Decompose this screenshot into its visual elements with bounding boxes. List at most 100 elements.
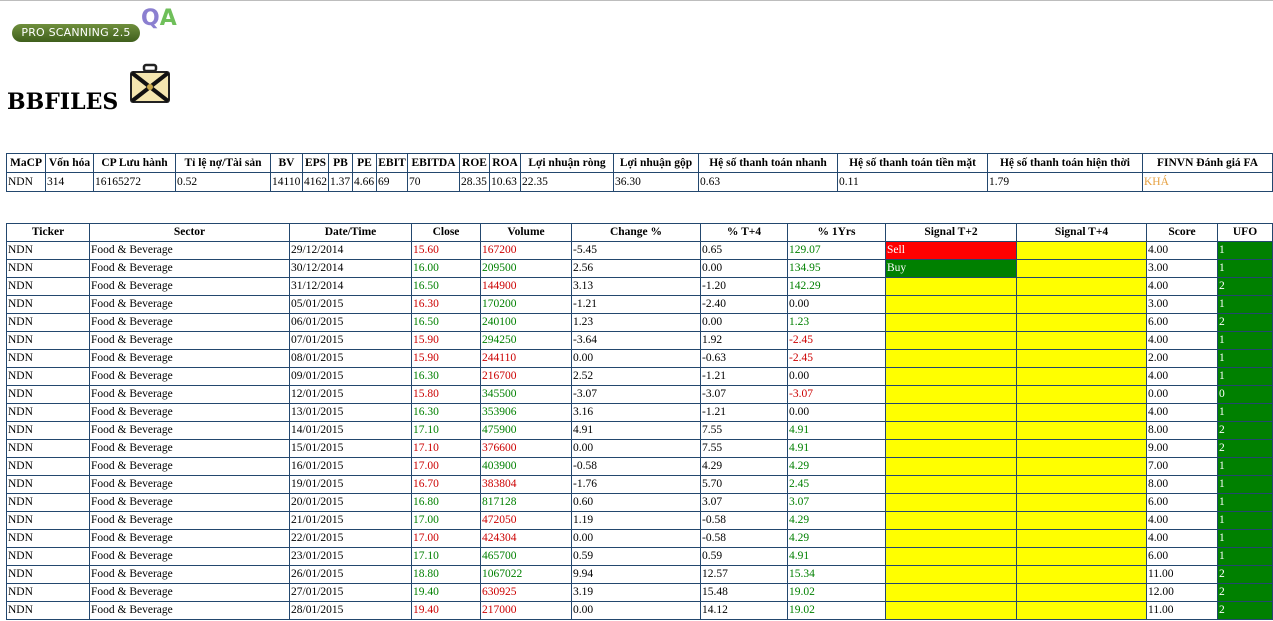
signal-t4-cell [1016,241,1147,260]
score-cell: 4.00 [1146,277,1218,296]
table-row: NDN Food & Beverage 12/01/2015 15.80 345500-… [6,385,1273,404]
table-row: NDN Food & Beverage 29/12/2014 15.60 167200-… [6,241,1273,260]
ufo-cell: 2 [1217,313,1273,332]
pct-t4-cell: 0.00 [700,259,788,278]
sector-cell: Food & Beverage [89,295,290,314]
close-cell: 17.10 [411,439,481,458]
close-cell: 19.40 [411,583,481,602]
score-cell: 7.00 [1146,457,1218,476]
ufo-cell: 1 [1217,529,1273,548]
table-row: NDN Food & Beverage 07/01/2015 15.90 294250-… [6,331,1273,350]
volume-cell: 216700 [480,367,572,386]
volume-cell: 465700 [480,547,572,566]
ufo-cell: 1 [1217,259,1273,278]
change-cell: 2.56 [571,259,701,278]
ufo-cell: 2 [1217,439,1273,458]
signal-t4-cell [1016,457,1147,476]
table-row: NDN Food & Beverage 22/01/2015 17.00 424304 0… [6,529,1273,548]
volume-cell: 403900 [480,457,572,476]
score-cell: 3.00 [1146,295,1218,314]
pct-t4-cell: 7.55 [700,421,788,440]
close-cell: 16.50 [411,277,481,296]
sector-cell: Food & Beverage [89,475,290,494]
fundamental-value-cell: 14110 [270,172,303,192]
score-cell: 8.00 [1146,421,1218,440]
signal-t2-cell [885,529,1017,548]
table-row: NDN Food & Beverage 15/01/2015 17.10 376600 0… [6,439,1273,458]
signal-t4-cell [1016,331,1147,350]
table-row: NDN Food & Beverage 06/01/2015 16.50 240100 1… [6,313,1273,332]
sector-cell: Food & Beverage [89,457,290,476]
ufo-cell: 1 [1217,511,1273,530]
ufo-cell: 2 [1217,421,1273,440]
fundamental-value-cell: 1.37 [328,172,353,192]
signal-header-cell: Score [1146,223,1218,242]
score-cell: 6.00 [1146,547,1218,566]
signal-header-cell: Signal T+2 [885,223,1017,242]
ticker-cell: NDN [6,349,90,368]
date-cell: 20/01/2015 [289,493,412,512]
fundamental-header-cell: PE [352,153,377,173]
score-cell: 8.00 [1146,475,1218,494]
date-cell: 08/01/2015 [289,349,412,368]
ticker-cell: NDN [6,403,90,422]
signal-t2-cell [885,385,1017,404]
change-cell: 1.19 [571,511,701,530]
pct-t4-cell: -2.40 [700,295,788,314]
sector-cell: Food & Beverage [89,583,290,602]
pct-t4-cell: 4.29 [700,457,788,476]
signal-t2-cell [885,421,1017,440]
change-cell: 0.00 [571,349,701,368]
close-cell: 17.10 [411,547,481,566]
ufo-cell: 1 [1217,475,1273,494]
close-cell: 17.00 [411,511,481,530]
volume-cell: 244110 [480,349,572,368]
volume-cell: 424304 [480,529,572,548]
volume-cell: 294250 [480,331,572,350]
close-cell: 17.10 [411,421,481,440]
table-row: NDN Food & Beverage 20/01/2015 16.80 817128 0… [6,493,1273,512]
pct-1yr-cell: 4.91 [787,421,886,440]
ufo-cell: 2 [1217,583,1273,602]
date-cell: 27/01/2015 [289,583,412,602]
score-cell: 4.00 [1146,367,1218,386]
score-cell: 11.00 [1146,601,1218,620]
table-row: NDN Food & Beverage 21/01/2015 17.00 472050 1… [6,511,1273,530]
change-cell: 0.00 [571,439,701,458]
signal-t4-cell [1016,493,1147,512]
change-cell: 0.00 [571,601,701,620]
ticker-cell: NDN [6,511,90,530]
change-cell: 9.94 [571,565,701,584]
signal-t2-cell [885,313,1017,332]
sector-cell: Food & Beverage [89,259,290,278]
fundamental-header-cell: Vốn hóa [45,153,94,173]
volume-cell: 353906 [480,403,572,422]
pct-t4-cell: 12.57 [700,565,788,584]
table-row: NDN Food & Beverage 30/12/2014 16.00 209500 2… [6,259,1273,278]
ufo-cell: 2 [1217,601,1273,620]
logo-badge-letter: Q [141,6,160,31]
table-row: NDN Food & Beverage 28/01/2015 19.40 217000 0… [6,601,1273,620]
signal-t4-cell [1016,421,1147,440]
sector-cell: Food & Beverage [89,241,290,260]
ticker-cell: NDN [6,295,90,314]
fundamental-table: MaCP Vốn hóa CP Lưu hành Tỉ lệ nợ/Tài sản BV… [6,153,1273,192]
signal-t4-cell [1016,439,1147,458]
logo-text: PRO SCANNING 2.5 [12,24,140,42]
fundamental-value-cell: 22.35 [520,172,614,192]
fundamental-value-cell: 4162 [302,172,329,192]
sector-cell: Food & Beverage [89,331,290,350]
fundamental-header-row: MaCP Vốn hóa CP Lưu hành Tỉ lệ nợ/Tài sản BV… [6,153,1273,173]
signal-header-cell: Date/Time [289,223,412,242]
signal-header-cell: UFO [1217,223,1273,242]
fa-rating-cell: KHÁ [1142,172,1273,192]
date-cell: 23/01/2015 [289,547,412,566]
ufo-cell: 1 [1217,493,1273,512]
pct-1yr-cell: 142.29 [787,277,886,296]
change-cell: 3.13 [571,277,701,296]
sector-cell: Food & Beverage [89,385,290,404]
pct-t4-cell: -1.20 [700,277,788,296]
signal-header-cell: Signal T+4 [1016,223,1147,242]
fundamental-header-cell: PB [328,153,353,173]
ticker-cell: NDN [6,439,90,458]
